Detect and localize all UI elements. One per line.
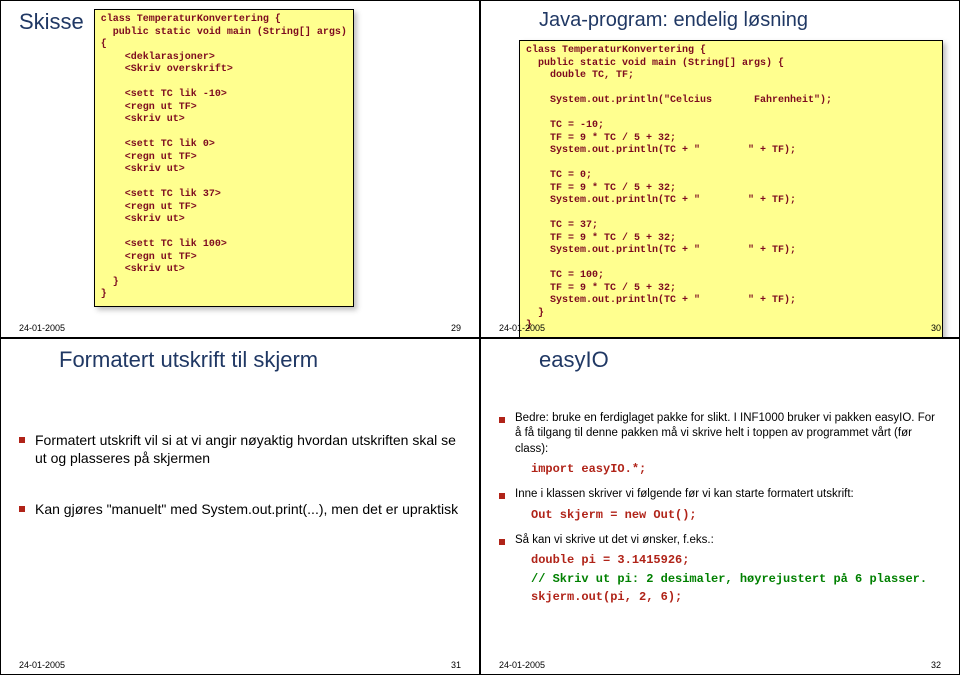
footer-page-number: 29 bbox=[451, 323, 461, 333]
bullet-icon bbox=[499, 417, 505, 423]
code-block: class TemperaturKonvertering { public st… bbox=[519, 40, 943, 338]
code-line: import easyIO.*; bbox=[531, 461, 941, 477]
bullet-text: Bedre: bruke en ferdiglaget pakke for sl… bbox=[515, 411, 941, 458]
bullet-text: Kan gjøres "manuelt" med System.out.prin… bbox=[35, 500, 458, 519]
footer-page-number: 32 bbox=[931, 660, 941, 670]
bullet-item: Inne i klassen skriver vi følgende før v… bbox=[499, 487, 941, 503]
code-line: skjerm.out(pi, 2, 6); bbox=[531, 589, 941, 605]
footer-date: 24-01-2005 bbox=[499, 323, 545, 333]
slide-title: easyIO bbox=[499, 347, 941, 373]
slide-title: Formatert utskrift til skjerm bbox=[19, 347, 461, 373]
bullet-item: Kan gjøres "manuelt" med System.out.prin… bbox=[19, 500, 461, 519]
bullet-icon bbox=[499, 493, 505, 499]
bullet-icon bbox=[19, 437, 25, 443]
code-comment: // Skriv ut pi: 2 desimaler, høyrejuster… bbox=[531, 571, 941, 587]
footer-page-number: 30 bbox=[931, 323, 941, 333]
footer-date: 24-01-2005 bbox=[19, 660, 65, 670]
slide-31: Formatert utskrift til skjerm Formatert … bbox=[0, 338, 480, 675]
code-block: class TemperaturKonvertering { public st… bbox=[94, 9, 354, 307]
footer-date: 24-01-2005 bbox=[19, 323, 65, 333]
bullet-item: Formatert utskrift vil si at vi angir nø… bbox=[19, 431, 461, 469]
slide-title: Skisse bbox=[19, 9, 84, 35]
bullet-text: Inne i klassen skriver vi følgende før v… bbox=[515, 487, 854, 503]
bullet-text: Så kan vi skrive ut det vi ønsker, f.eks… bbox=[515, 533, 714, 549]
slide-30: Java-program: endelig løsning class Temp… bbox=[480, 0, 960, 338]
bullet-text: Formatert utskrift vil si at vi angir nø… bbox=[35, 431, 461, 469]
bullet-icon bbox=[499, 539, 505, 545]
slide-29: Skisse class TemperaturKonvertering { pu… bbox=[0, 0, 480, 338]
bullet-icon bbox=[19, 506, 25, 512]
footer-page-number: 31 bbox=[451, 660, 461, 670]
slide-title: Java-program: endelig løsning bbox=[499, 9, 941, 32]
slide-32: easyIO Bedre: bruke en ferdiglaget pakke… bbox=[480, 338, 960, 675]
code-line: double pi = 3.1415926; bbox=[531, 552, 941, 568]
bullet-item: Så kan vi skrive ut det vi ønsker, f.eks… bbox=[499, 533, 941, 549]
bullet-item: Bedre: bruke en ferdiglaget pakke for sl… bbox=[499, 411, 941, 458]
footer-date: 24-01-2005 bbox=[499, 660, 545, 670]
code-line: Out skjerm = new Out(); bbox=[531, 507, 941, 523]
